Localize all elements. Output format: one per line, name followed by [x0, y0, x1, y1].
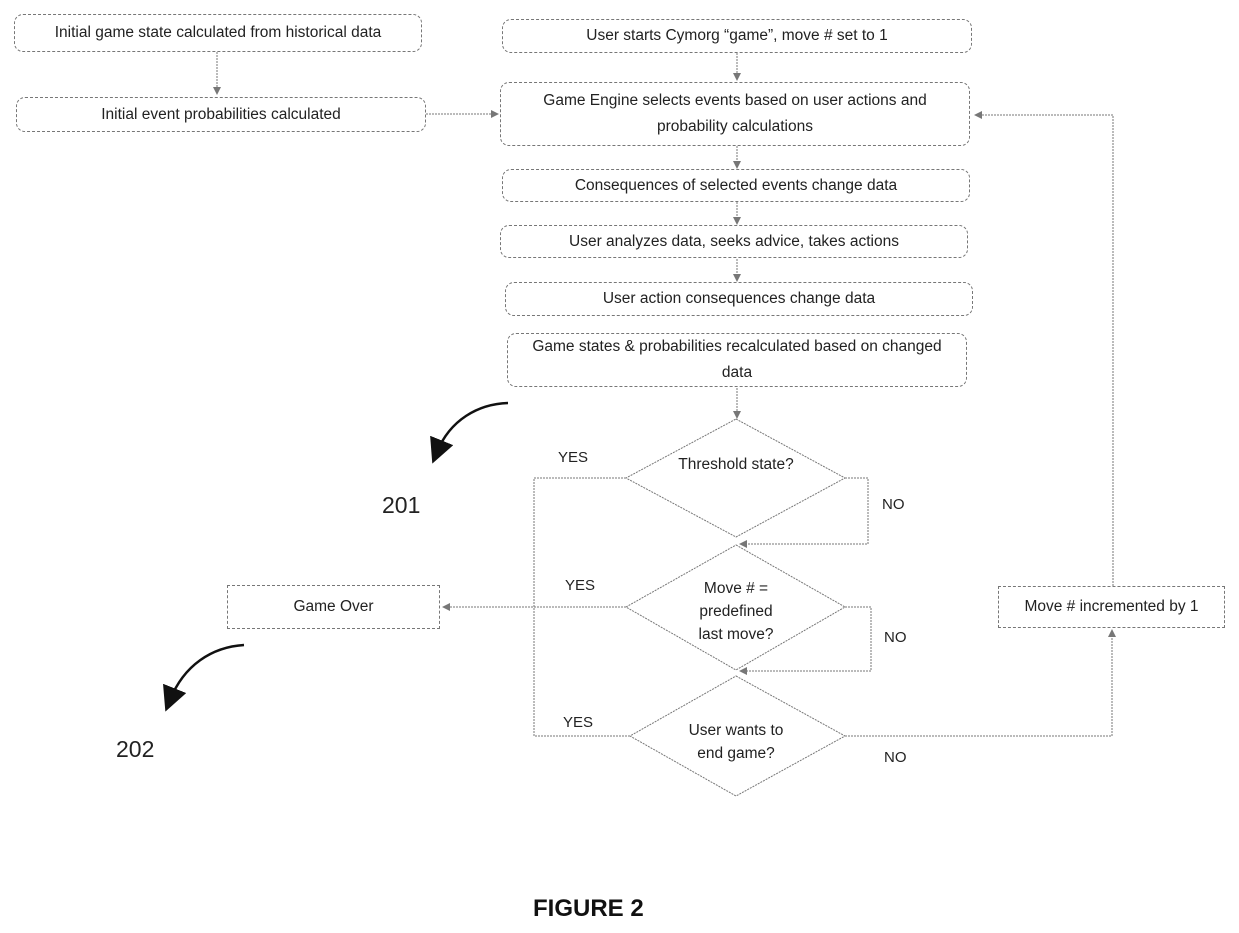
label-end-game-yes: YES: [563, 714, 594, 731]
node-game-over-text: Game Over: [293, 598, 374, 615]
node-move-incremented: Move # incremented by 1: [998, 586, 1225, 628]
decision-threshold-label: Threshold state?: [678, 456, 794, 473]
node-game-over: Game Over: [227, 585, 440, 629]
arrow-threshold-no: [739, 477, 869, 548]
node-user-starts-text: User starts Cymorg “game”, move # set to…: [586, 27, 888, 44]
node-initial-probabilities: Initial event probabilities calculated: [16, 97, 426, 132]
decision-threshold-text: Threshold state?: [656, 453, 816, 476]
callout-arrow-201: [430, 401, 509, 464]
label-last-move-no: NO: [884, 629, 907, 646]
node-user-action-consequences: User action consequences change data: [505, 282, 973, 316]
node-initial-probabilities-text: Initial event probabilities calculated: [101, 105, 341, 123]
decision-end-game-text: User wants to end game?: [656, 719, 816, 765]
figure-caption: FIGURE 2: [533, 895, 644, 922]
decision-threshold-shape: [624, 418, 847, 538]
node-consequences-events-text: Consequences of selected events change d…: [574, 176, 898, 194]
node-move-incremented-text: Move # incremented by 1: [1024, 598, 1199, 615]
label-threshold-no: NO: [882, 496, 905, 513]
node-engine-selects: Game Engine selects events based on user…: [500, 82, 970, 146]
node-user-analyzes-text: User analyzes data, seeks advice, takes …: [569, 232, 899, 250]
node-recalculated-text: Game states & probabilities recalculated…: [532, 338, 942, 381]
decision-last-move-line-3: last move?: [698, 626, 774, 643]
node-user-starts: User starts Cymorg “game”, move # set to…: [502, 19, 972, 53]
node-consequences-events: Consequences of selected events change d…: [502, 169, 970, 202]
node-user-analyzes: User analyzes data, seeks advice, takes …: [500, 225, 968, 258]
arrow-increment-to-engine: [974, 111, 1114, 586]
node-user-action-consequences-text: User action consequences change data: [602, 290, 876, 307]
decision-end-game-line-1: User wants to: [688, 722, 784, 739]
decision-last-move-text: Move # = predefined last move?: [656, 577, 816, 646]
reference-numeral-201: 201: [382, 492, 421, 518]
callout-arrow-202: [163, 643, 245, 712]
decision-last-move-line-2: predefined: [699, 603, 773, 620]
node-initial-state: Initial game state calculated from histo…: [14, 14, 422, 52]
node-initial-state-text: Initial game state calculated from histo…: [54, 24, 382, 41]
decision-end-game-line-2: end game?: [697, 745, 775, 762]
label-end-game-no: NO: [884, 749, 907, 766]
label-threshold-yes: YES: [558, 449, 589, 466]
decision-last-move-line-1: Move # =: [703, 580, 769, 597]
reference-numeral-202: 202: [116, 736, 155, 762]
node-recalculated: Game states & probabilities recalculated…: [507, 333, 967, 387]
node-engine-selects-text: Game Engine selects events based on user…: [543, 92, 927, 135]
label-last-move-yes: YES: [565, 577, 596, 594]
